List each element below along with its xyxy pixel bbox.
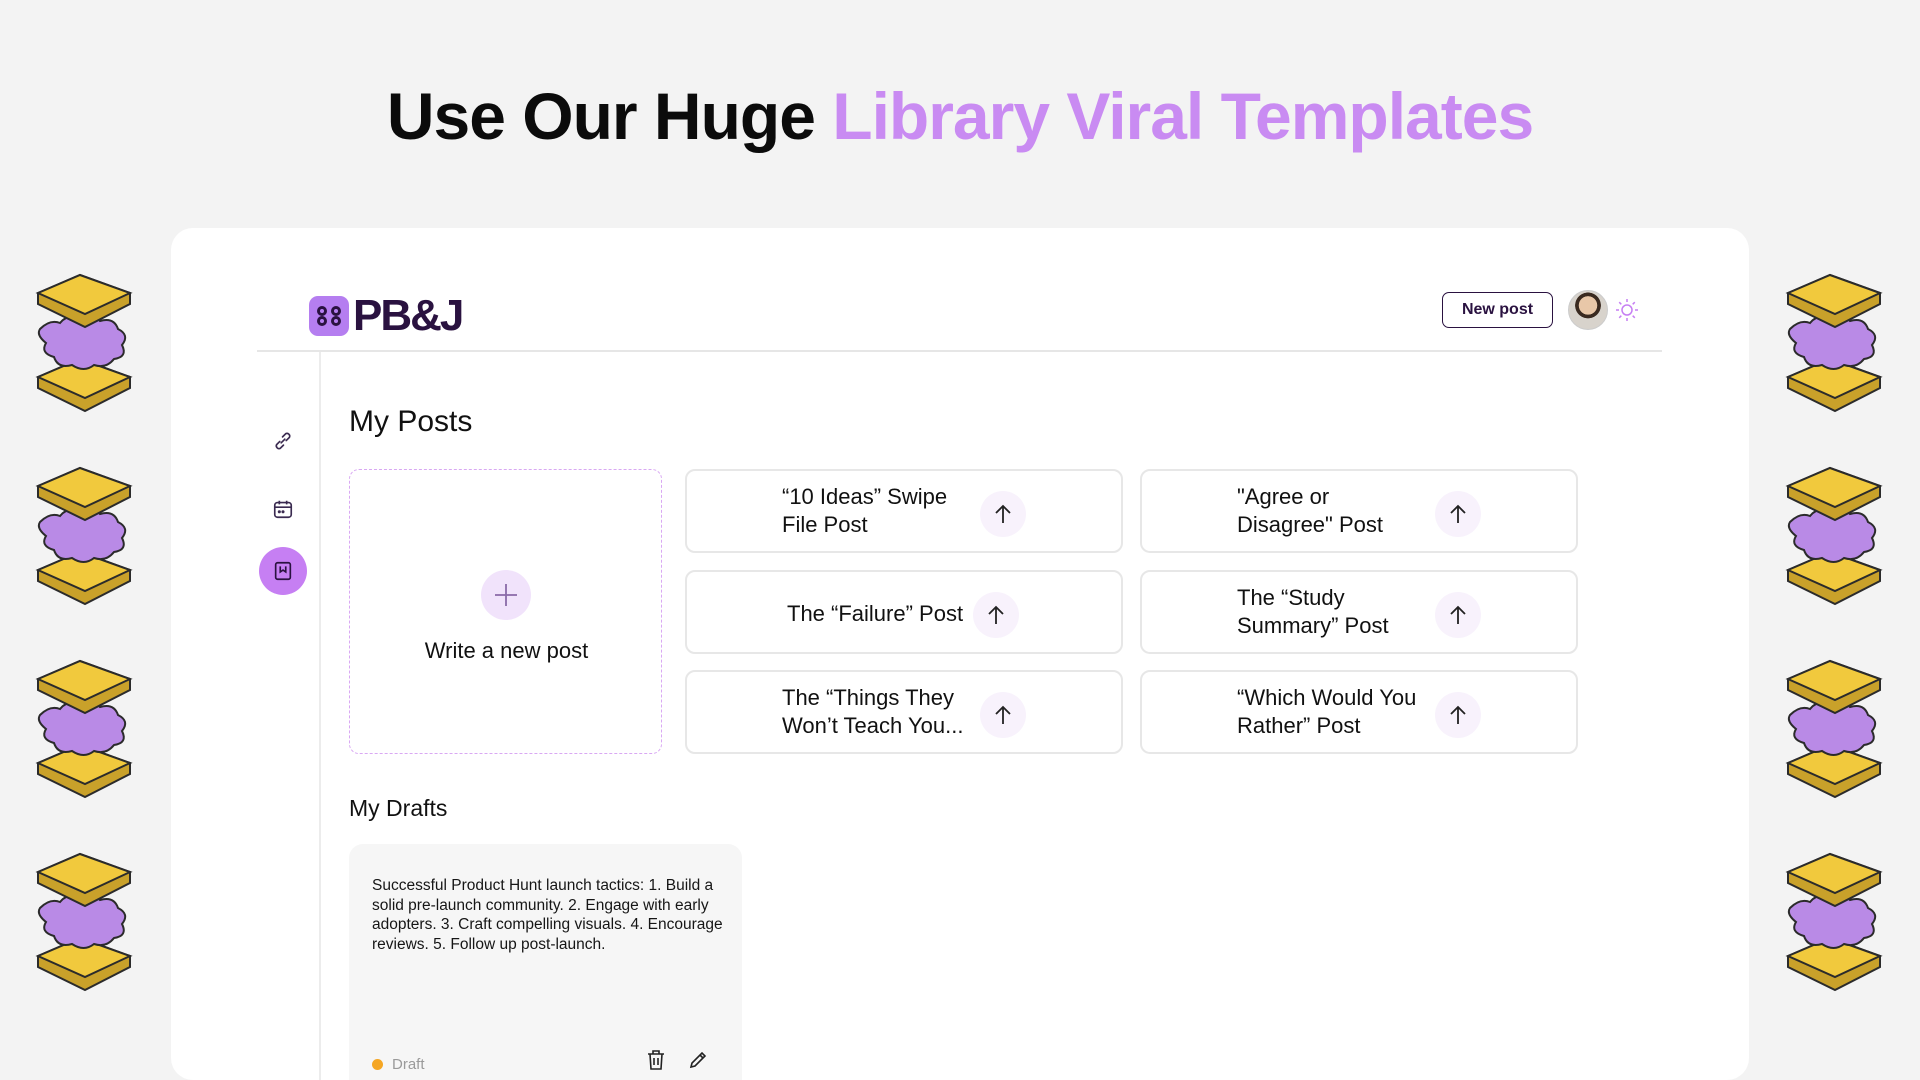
app-window: PB&J New post My Posts Write a new post … bbox=[257, 275, 1662, 1080]
template-title: The “Study Summary” Post bbox=[1237, 585, 1389, 638]
logo-mark-icon bbox=[309, 296, 349, 336]
draft-card[interactable]: Successful Product Hunt launch tactics: … bbox=[349, 844, 742, 1080]
template-card[interactable]: The “Failure” Post bbox=[685, 570, 1123, 654]
template-title: The “Things They Won’t Teach You... bbox=[782, 685, 964, 738]
sidebar-item-link[interactable] bbox=[259, 417, 307, 465]
sun-icon[interactable] bbox=[1615, 298, 1639, 322]
bookmark-icon bbox=[274, 561, 292, 581]
pencil-icon[interactable] bbox=[688, 1049, 708, 1071]
template-card[interactable]: “Which Would You Rather” Post bbox=[1140, 670, 1578, 754]
sidebar bbox=[257, 352, 321, 1080]
sidebar-item-saved[interactable] bbox=[259, 547, 307, 595]
logo-text: PB&J bbox=[353, 291, 464, 340]
sandwich-icon bbox=[30, 255, 140, 420]
arrow-up-icon[interactable] bbox=[1435, 592, 1481, 638]
draft-status-label: Draft bbox=[392, 1056, 425, 1073]
sandwich-icon bbox=[30, 641, 140, 806]
write-new-post-label: Write a new post bbox=[424, 638, 589, 663]
my-posts-title: My Posts bbox=[349, 405, 473, 438]
status-dot bbox=[372, 1059, 383, 1070]
arrow-up-icon[interactable] bbox=[1435, 692, 1481, 738]
draft-status: Draft bbox=[372, 1056, 425, 1073]
sandwich-decoration-right bbox=[1780, 255, 1890, 1027]
new-post-button[interactable]: New post bbox=[1442, 292, 1553, 328]
sandwich-icon bbox=[30, 448, 140, 613]
link-icon bbox=[275, 432, 291, 450]
write-new-post-card[interactable]: Write a new post bbox=[349, 469, 662, 754]
logo[interactable]: PB&J bbox=[309, 291, 464, 341]
draft-text: Successful Product Hunt launch tactics: … bbox=[372, 877, 723, 953]
sandwich-icon bbox=[1780, 255, 1890, 420]
template-title: “Which Would You Rather” Post bbox=[1237, 685, 1417, 738]
sandwich-icon bbox=[1780, 641, 1890, 806]
calendar-icon bbox=[273, 500, 293, 519]
headline-accent: Library Viral Templates bbox=[832, 79, 1534, 153]
template-title: "Agree or Disagree" Post bbox=[1237, 484, 1383, 537]
template-title: “10 Ideas” Swipe File Post bbox=[782, 484, 948, 537]
template-card[interactable]: The “Things They Won’t Teach You... bbox=[685, 670, 1123, 754]
my-drafts-title: My Drafts bbox=[349, 795, 448, 821]
template-card[interactable]: The “Study Summary” Post bbox=[1140, 570, 1578, 654]
sandwich-icon bbox=[30, 834, 140, 999]
arrow-up-icon[interactable] bbox=[973, 592, 1019, 638]
template-card[interactable]: “10 Ideas” Swipe File Post bbox=[685, 469, 1123, 553]
headline-prefix: Use Our Huge bbox=[386, 79, 833, 153]
headline: Use Our Huge Library Viral Templates bbox=[0, 78, 1920, 154]
arrow-up-icon[interactable] bbox=[980, 491, 1026, 537]
sandwich-icon bbox=[1780, 448, 1890, 613]
trash-icon[interactable] bbox=[646, 1049, 666, 1071]
main-content: My Posts Write a new post “10 Ideas” Swi… bbox=[349, 352, 1649, 1080]
sandwich-icon bbox=[1780, 834, 1890, 999]
arrow-up-icon[interactable] bbox=[980, 692, 1026, 738]
sandwich-decoration-left bbox=[30, 255, 140, 1027]
plus-icon bbox=[481, 570, 531, 620]
template-card[interactable]: "Agree or Disagree" Post bbox=[1140, 469, 1578, 553]
top-bar: PB&J New post bbox=[257, 275, 1662, 352]
user-avatar[interactable] bbox=[1568, 290, 1608, 330]
arrow-up-icon[interactable] bbox=[1435, 491, 1481, 537]
sidebar-item-calendar[interactable] bbox=[259, 485, 307, 533]
